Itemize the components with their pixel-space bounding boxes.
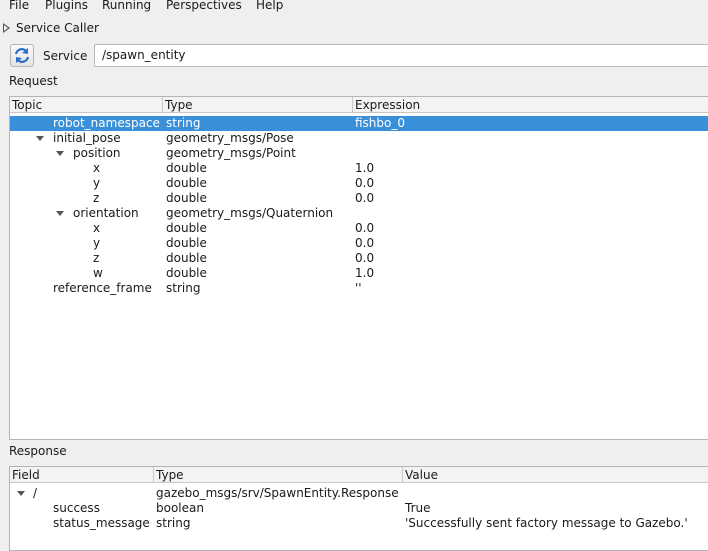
row-type: boolean (156, 501, 204, 515)
tree-row-reference-frame[interactable]: reference_frame string '' (10, 281, 708, 296)
row-type: double (166, 221, 207, 235)
header-value[interactable]: Value (403, 467, 708, 483)
header-type[interactable]: Type (163, 97, 353, 113)
chevron-down-icon[interactable] (17, 491, 25, 496)
row-value: True (405, 501, 431, 515)
row-field: status_message (53, 516, 150, 530)
tree-row-position-z[interactable]: z double 0.0 (10, 191, 708, 206)
tree-row-orientation-x[interactable]: x double 0.0 (10, 221, 708, 236)
menu-plugins[interactable]: Plugins (45, 0, 88, 13)
row-topic: y (93, 236, 101, 250)
row-type: geometry_msgs/Pose (166, 131, 294, 145)
row-expression[interactable]: 0.0 (355, 176, 374, 191)
row-expression[interactable]: 0.0 (355, 251, 374, 266)
menu-help[interactable]: Help (256, 0, 283, 13)
response-row-success[interactable]: success boolean True (10, 501, 708, 516)
request-label: Request (9, 74, 58, 88)
row-expression[interactable]: 0.0 (355, 221, 374, 236)
row-topic: w (93, 266, 103, 280)
chevron-down-icon[interactable] (56, 211, 64, 216)
tree-row-position-x[interactable]: x double 1.0 (10, 161, 708, 176)
refresh-icon (14, 48, 30, 63)
response-label: Response (9, 444, 67, 458)
tree-row-orientation-w[interactable]: w double 1.0 (10, 266, 708, 281)
tree-row-orientation-y[interactable]: y double 0.0 (10, 236, 708, 251)
row-type: geometry_msgs/Point (166, 146, 296, 160)
row-expression[interactable]: 0.0 (355, 191, 374, 206)
chevron-down-icon[interactable] (56, 151, 64, 156)
row-topic: initial_pose (53, 131, 121, 145)
tree-row-initial-pose[interactable]: initial_pose geometry_msgs/Pose (10, 131, 708, 146)
header-topic[interactable]: Topic (10, 97, 163, 113)
row-type: double (166, 161, 207, 175)
row-topic: orientation (73, 206, 139, 220)
response-row-status-message[interactable]: status_message string 'Successfully sent… (10, 516, 708, 531)
triangle-right-icon[interactable] (3, 23, 10, 33)
row-expression[interactable]: 1.0 (355, 161, 374, 176)
row-topic: z (93, 251, 100, 265)
row-type: double (166, 251, 207, 265)
tree-row-position[interactable]: position geometry_msgs/Point (10, 146, 708, 161)
row-topic: x (93, 161, 101, 175)
row-type: gazebo_msgs/srv/SpawnEntity.Response (156, 486, 399, 500)
row-value: 'Successfully sent factory message to Ga… (405, 516, 688, 530)
row-expression[interactable]: '' (355, 281, 362, 296)
row-topic: x (93, 221, 101, 235)
row-field: success (53, 501, 100, 515)
header-field[interactable]: Field (10, 467, 154, 483)
row-expression[interactable]: fishbo_0 (355, 116, 405, 131)
row-topic: y (93, 176, 101, 190)
row-topic: robot_namespace (53, 116, 160, 130)
tree-row-orientation-z[interactable]: z double 0.0 (10, 251, 708, 266)
row-field: / (33, 486, 38, 500)
menubar: File Plugins Running Perspectives Help (0, 0, 708, 14)
response-tree[interactable]: Field Type Value / gazebo_msgs/srv/Spawn… (9, 466, 708, 551)
header-type[interactable]: Type (154, 467, 403, 483)
response-row-root[interactable]: / gazebo_msgs/srv/SpawnEntity.Response (10, 486, 708, 501)
header-expression[interactable]: Expression (353, 97, 708, 113)
dock-title-label: Service Caller (16, 21, 99, 35)
menu-running[interactable]: Running (102, 0, 151, 13)
request-tree[interactable]: Topic Type Expression robot_namespace st… (9, 96, 708, 440)
service-combobox[interactable]: /spawn_entity (94, 44, 708, 67)
service-label: Service (43, 49, 88, 63)
row-expression[interactable]: 0.0 (355, 236, 374, 251)
row-topic: position (73, 146, 121, 160)
row-expression[interactable]: 1.0 (355, 266, 374, 281)
tree-row-orientation[interactable]: orientation geometry_msgs/Quaternion (10, 206, 708, 221)
row-type: double (166, 266, 207, 280)
row-type: string (166, 281, 201, 295)
menu-perspectives[interactable]: Perspectives (166, 0, 242, 13)
row-type: string (156, 516, 191, 530)
row-topic: z (93, 191, 100, 205)
row-type: double (166, 191, 207, 205)
tree-row-robot-namespace[interactable]: robot_namespace string fishbo_0 (10, 116, 708, 131)
row-type: geometry_msgs/Quaternion (166, 206, 334, 220)
menu-file[interactable]: File (9, 0, 29, 13)
row-type: double (166, 236, 207, 250)
tree-row-position-y[interactable]: y double 0.0 (10, 176, 708, 191)
row-type: string (166, 116, 201, 130)
chevron-down-icon[interactable] (36, 136, 44, 141)
row-topic: reference_frame (53, 281, 152, 295)
refresh-button[interactable] (10, 44, 34, 67)
row-type: double (166, 176, 207, 190)
